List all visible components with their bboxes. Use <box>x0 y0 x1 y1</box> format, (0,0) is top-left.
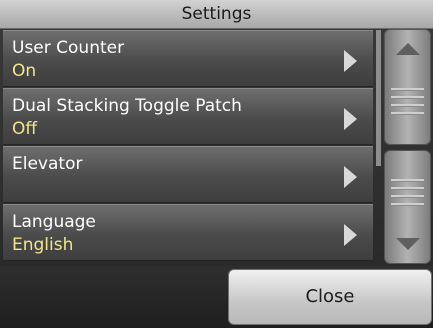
grip-line <box>391 203 424 206</box>
scrollbar-thumb[interactable] <box>376 30 381 166</box>
scroll-up-button[interactable] <box>384 29 431 145</box>
grip-line <box>391 187 424 190</box>
item-label: Elevator <box>12 154 83 174</box>
grip-line <box>391 104 424 107</box>
page-title: Settings <box>181 4 252 24</box>
item-label: User Counter <box>12 38 125 58</box>
chevron-right-icon <box>344 50 357 72</box>
chevron-right-icon <box>344 224 357 246</box>
list-item-dual-stacking[interactable]: Dual Stacking Toggle Patch Off <box>3 88 373 145</box>
grip-line <box>391 112 424 115</box>
item-value: On <box>12 61 37 81</box>
list-item-user-counter[interactable]: User Counter On <box>3 30 373 87</box>
settings-screen: Settings User Counter On Dual Stacking T… <box>0 0 433 328</box>
scroll-up-icon <box>396 43 420 55</box>
item-value: Off <box>12 119 38 139</box>
scrollbar <box>384 29 431 264</box>
grip-line <box>391 96 424 99</box>
item-value: English <box>12 235 74 255</box>
title-bar: Settings <box>0 0 433 29</box>
chevron-right-icon <box>344 108 357 130</box>
item-label: Language <box>12 212 96 232</box>
close-button[interactable]: Close <box>228 269 432 325</box>
scroll-down-icon <box>396 238 420 250</box>
list-item-language[interactable]: Language English <box>3 204 373 261</box>
grip-line <box>391 195 424 198</box>
chevron-right-icon <box>344 166 357 188</box>
grip-line <box>391 88 424 91</box>
scroll-down-button[interactable] <box>384 150 431 264</box>
list-item-elevator[interactable]: Elevator <box>3 146 373 203</box>
settings-list: User Counter On Dual Stacking Toggle Pat… <box>3 30 373 264</box>
grip-line <box>391 179 424 182</box>
item-label: Dual Stacking Toggle Patch <box>12 96 242 116</box>
